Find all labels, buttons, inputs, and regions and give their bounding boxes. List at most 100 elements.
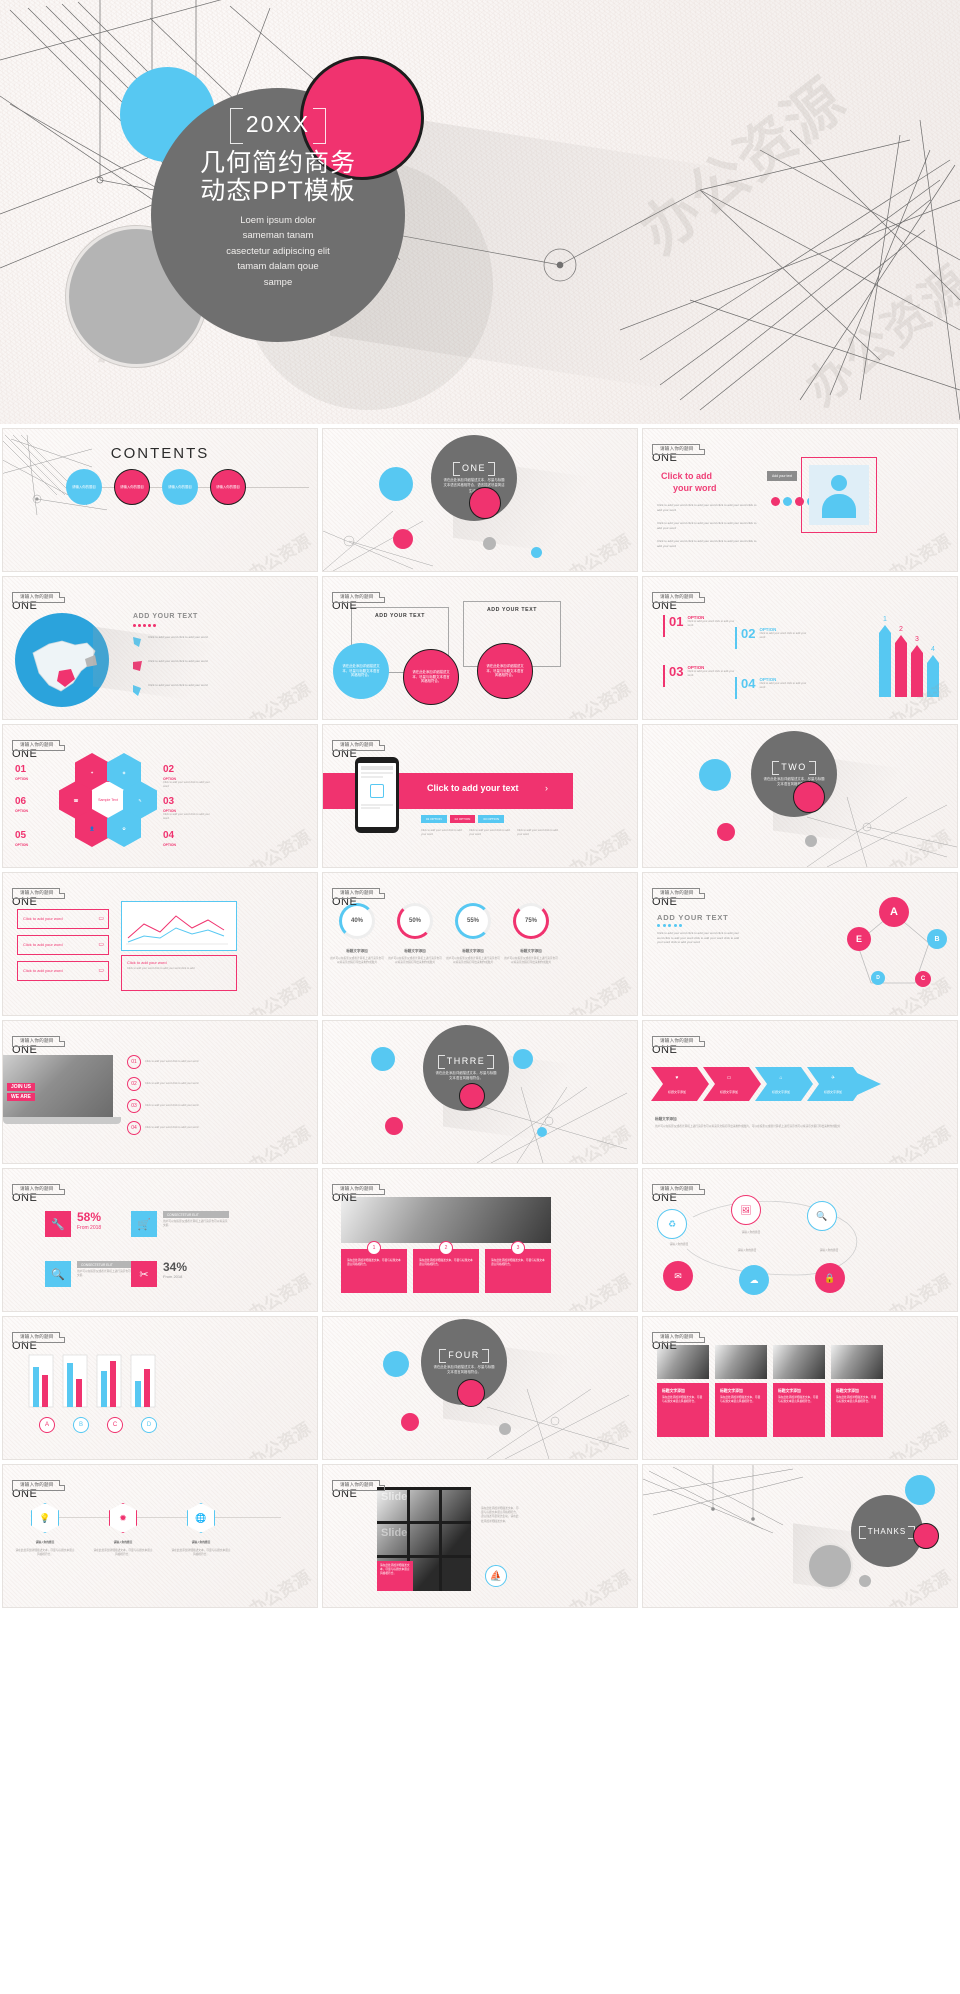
svg-text:标题文字添加: 标题文字添加 <box>668 1089 686 1094</box>
slide-tag: 请输入你的题目 ONE <box>652 1325 705 1352</box>
network-node-icon-3[interactable]: 🔍 <box>807 1201 837 1231</box>
card-body-4[interactable]: 标题文字添加 请在此处添加详细描述文本，尽量与标题文本语言风格相符合。 <box>831 1383 883 1437</box>
hex-title-2: 请输入你的题目 <box>113 1541 133 1544</box>
slide-thumb-slide-photo-grid[interactable]: 请输入你的题目 ONE Slide Slide Slide 请在此处添加详细描述… <box>322 1464 638 1608</box>
slide-thumb-thanks[interactable]: THANKS 办公资源 <box>642 1464 958 1608</box>
body-row: Click to add your word click to add your… <box>421 829 559 837</box>
option-number: 03 <box>669 664 684 679</box>
hex-body-2: 请在此处添加详细描述文本，尽量与标题文本语言风格相符合。 <box>93 1549 153 1557</box>
card-body-3[interactable]: 标题文字添加 请在此处添加详细描述文本，尽量与标题文本语言风格相符合。 <box>773 1383 825 1437</box>
slide-tag-cn: 请输入你的题目 <box>652 443 705 455</box>
tab-03[interactable]: 03 OPTION <box>478 815 505 823</box>
tab-02[interactable]: 02 OPTION <box>449 815 476 823</box>
network-node-icon-2[interactable]: 🖼 <box>731 1195 761 1225</box>
bar-badge-c[interactable]: C <box>107 1417 123 1433</box>
watermark: 办公资源 <box>566 679 634 720</box>
bar-columns-chart <box>28 1354 156 1408</box>
contents-node-2[interactable]: 请输入你的题目 <box>114 469 150 505</box>
hex-option-02: 02 OPTION Click to add your word click t… <box>163 764 210 789</box>
blue-dot-small <box>531 547 542 558</box>
globe-icon[interactable]: 🌐 <box>187 1503 215 1533</box>
list-item-01: 01 Click to add your word click to add y… <box>127 1055 233 1069</box>
node-d[interactable]: D <box>871 971 885 985</box>
node-e[interactable]: E <box>847 927 871 951</box>
option-row-4: 04 OPTION Click to add your word click t… <box>735 677 807 699</box>
slide-thumb-click-to-add[interactable]: 请输入你的题目 ONE Click to add your word Click… <box>642 428 958 572</box>
chevron-right-icon[interactable]: › <box>545 783 548 793</box>
contents-node-1[interactable]: 请输入你的题目 <box>66 469 102 505</box>
pink-dot <box>459 1083 485 1109</box>
slide-thumb-hexagon-cluster[interactable]: 请输入你的题目 ONE ✦ ◈ ☎ Sample Text ✎ 👤 ✿ 01 O… <box>2 724 318 868</box>
chart-caption: Click to add your word <box>127 960 167 965</box>
slide-thumb-option-arrows[interactable]: 请输入你的题目 ONE 01 OPTION Click to add your … <box>642 576 958 720</box>
bulb-icon[interactable]: 💡 <box>31 1503 59 1533</box>
watermark: 办公资源 <box>566 827 634 868</box>
slide-thumb-photo-three-cards[interactable]: 请输入你的题目 ONE 请在此处添加详细描述文本，尽量与标题文本语言风格相符合。… <box>322 1168 638 1312</box>
network-node-icon-5[interactable]: ☁ <box>739 1265 769 1295</box>
gray-dot <box>859 1575 871 1587</box>
list-item-03: 03 Click to add your word click to add y… <box>127 1099 233 1113</box>
pink-card-3[interactable]: 请在此处添加详细描述文本，尽量与标题文本语言风格相符合。 <box>485 1249 551 1293</box>
slide-thumb-phone-mockup[interactable]: 请输入你的题目 ONE Click to add your text › 01 … <box>322 724 638 868</box>
pink-card-2[interactable]: 请在此处添加详细描述文本，尽量与标题文本语言风格相符合。 <box>413 1249 479 1293</box>
slide-thumb-percent-rings[interactable]: 请输入你的题目 ONE 40% 标题文字添加 用户可以在投影仪或者计算机上进行演… <box>322 872 638 1016</box>
contents-node-3[interactable]: 请输入你的题目 <box>162 469 198 505</box>
heading-line-2: your word <box>673 483 717 493</box>
bar-badge-b[interactable]: B <box>73 1417 89 1433</box>
pink-note[interactable]: 请在此处添加详细描述文本，尽量与标题文本语言风格相符合。 <box>377 1561 413 1591</box>
network-node-icon-4[interactable]: ✉ <box>663 1261 693 1291</box>
slide-tag-cn: 请输入你的题目 <box>332 1479 385 1491</box>
slide-thumb-section-one[interactable]: ONE 请在此处添加详细描述文本，尽量与标题文本语言风格相符合，语言描述尽量简洁… <box>322 428 638 572</box>
slide-thumb-laptop-list[interactable]: 请输入你的题目 ONE JOIN US WE ARE 01 Click to a… <box>2 1020 318 1164</box>
bar-badge-a[interactable]: A <box>39 1417 55 1433</box>
gray-dot <box>805 835 817 847</box>
circle-2[interactable]: 请在此处添加详细描述文本，尽量与标题文本语言风格相符合。 <box>403 649 459 705</box>
network-node-icon-1[interactable]: ♻ <box>657 1209 687 1239</box>
slide-thumb-pentagon-nodes[interactable]: 请输入你的题目 ONE ADD YOUR TEXT Click to add y… <box>642 872 958 1016</box>
slide-thumb-chart-cards[interactable]: 请输入你的题目 ONE Click to add your word ▭ Cli… <box>2 872 318 1016</box>
slide-tag-cn: 请输入你的题目 <box>652 1331 705 1343</box>
circle-1[interactable]: 请在此处添加详细描述文本，尽量与标题文本语言风格相符合。 <box>333 643 389 699</box>
map-item-text: Click to add your word click to add your… <box>148 683 208 687</box>
contents-node-4[interactable]: 请输入你的题目 <box>210 469 246 505</box>
slide-thumb-arrow-chevrons[interactable]: 请输入你的题目 ONE ♥ ▭ ⌂ ✈ 标题文字添加 标题文字添加 标题文字添加… <box>642 1020 958 1164</box>
bar-badge-d[interactable]: D <box>141 1417 157 1433</box>
slide-thumb-three-circles[interactable]: 请输入你的题目 ONE ADD YOUR TEXT ADD YOUR TEXT … <box>322 576 638 720</box>
card-2[interactable]: Click to add your word ▭ <box>17 935 109 955</box>
node-b[interactable]: B <box>927 929 947 949</box>
slide-thumb-circle-network[interactable]: 请输入你的题目 ONE ♻ 🖼 🔍 ✉ ☁ 🔒 请输入你的题目 请输入你的题目 … <box>642 1168 958 1312</box>
option-number: 01 <box>669 614 684 629</box>
pink-dot <box>793 781 825 813</box>
map-list-item: Click to add your word click to add your… <box>131 635 240 649</box>
line-chart <box>126 915 228 945</box>
slide-thumb-stats-icons[interactable]: 请输入你的题目 ONE 🔧 58% From 2018 🛒 CONSECTETU… <box>2 1168 318 1312</box>
hex-body-3: 请在此处添加详细描述文本，尽量与标题文本语言风格相符合。 <box>171 1549 231 1557</box>
card-body-1[interactable]: 标题文字添加 请在此处添加详细描述文本，尽量与标题文本语言风格相符合。 <box>657 1383 709 1437</box>
slide-thumb-section-three[interactable]: THRRE 请在此处添加详细描述文本，尽量与标题文本语言风格相符合。 办公资源 <box>322 1020 638 1164</box>
network-node-icon-6[interactable]: 🔒 <box>815 1263 845 1293</box>
body-para: Click to add your word click to add your… <box>421 829 462 837</box>
option-row-1: 01 OPTION Click to add your word click t… <box>663 615 735 637</box>
option-row-2: 02 OPTION Click to add your word click t… <box>735 627 807 649</box>
social-icon[interactable] <box>783 497 792 506</box>
node-c[interactable]: C <box>915 971 931 987</box>
social-icon[interactable] <box>771 497 780 506</box>
star-icon[interactable]: ✹ <box>109 1503 137 1533</box>
node-a[interactable]: A <box>879 897 909 927</box>
hex-body-1: 请在此处添加详细描述文本，尽量与标题文本语言风格相符合。 <box>15 1549 75 1557</box>
tab-01[interactable]: 01 OPTION <box>421 815 447 823</box>
option-body: Click to add your word click to add your… <box>759 682 807 690</box>
card-3[interactable]: Click to add your word ▭ <box>17 961 109 981</box>
slide-thumb-china-map[interactable]: 请输入你的题目 ONE ADD YOUR TEXT Click to add y… <box>2 576 318 720</box>
card-1[interactable]: Click to add your word ▭ <box>17 909 109 929</box>
slide-thumb-contents[interactable]: CONTENTS 请输入你的题目 请输入你的题目 请输入你的题目 请输入你的题目… <box>2 428 318 572</box>
slide-thumb-four-photo-cards[interactable]: 请输入你的题目 ONE 标题文字添加 请在此处添加详细描述文本，尽量与标题文本语… <box>642 1316 958 1460</box>
slide-thumb-section-two[interactable]: TWO 请在此处添加详细描述文本，尽量与标题文本语言风格相符合。 办公资源 <box>642 724 958 868</box>
slide-thumb-three-hex-icons[interactable]: 请输入你的题目 ONE 💡 ✹ 🌐 请输入你的题目 请在此处添加详细描述文本，尽… <box>2 1464 318 1608</box>
circle-3[interactable]: 请在此处添加详细描述文本，尽量与标题文本语言风格相符合。 <box>477 643 533 699</box>
pink-card-1[interactable]: 请在此处添加详细描述文本，尽量与标题文本语言风格相符合。 <box>341 1249 407 1293</box>
slide-thumb-bar-columns[interactable]: 请输入你的题目 ONE A B C D 办公资源 <box>2 1316 318 1460</box>
card-body-2[interactable]: 标题文字添加 请在此处添加详细描述文本，尽量与标题文本语言风格相符合。 <box>715 1383 767 1437</box>
slide-thumb-section-four[interactable]: FOUR 请在此处添加详细描述文本，尽量与标题文本语言风格相符合。 办公资源 <box>322 1316 638 1460</box>
tab-row[interactable]: 01 OPTION 02 OPTION 03 OPTION <box>421 815 505 823</box>
